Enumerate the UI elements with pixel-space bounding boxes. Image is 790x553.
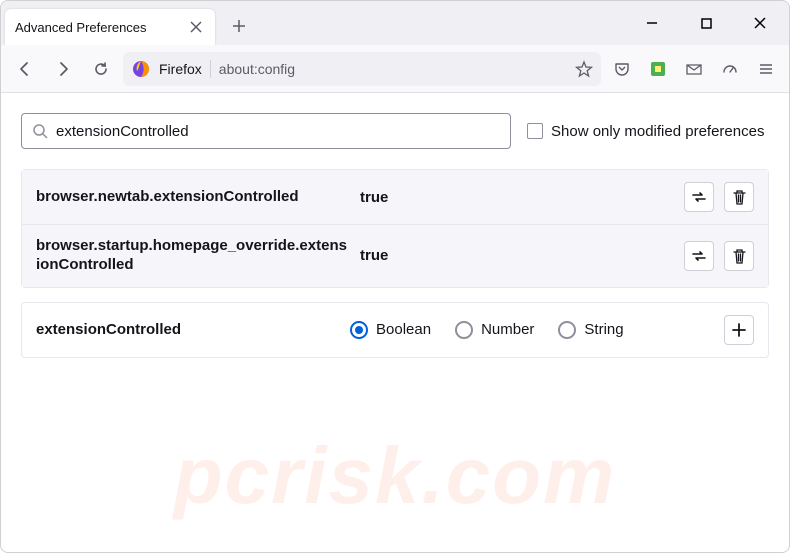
pref-row[interactable]: browser.startup.homepage_override.extens…: [22, 224, 768, 287]
toolbar-icons: [607, 54, 781, 84]
firefox-icon: [131, 59, 151, 79]
new-tab-button[interactable]: [223, 10, 255, 42]
pocket-icon[interactable]: [607, 54, 637, 84]
menu-button[interactable]: [751, 54, 781, 84]
bookmark-star-icon[interactable]: [575, 60, 593, 78]
pref-value: true: [360, 247, 672, 264]
row-actions: [684, 182, 754, 212]
show-modified-label: Show only modified preferences: [551, 123, 764, 140]
back-button[interactable]: [9, 53, 41, 85]
radio-label: Boolean: [376, 321, 431, 338]
radio-icon: [558, 321, 576, 339]
close-window-button[interactable]: [737, 5, 783, 41]
radio-boolean[interactable]: Boolean: [350, 321, 431, 339]
search-box[interactable]: [21, 113, 511, 149]
content-area: Show only modified preferences browser.n…: [1, 93, 789, 552]
tab-title: Advanced Preferences: [15, 20, 179, 35]
type-radio-group: Boolean Number String: [350, 321, 706, 339]
radio-string[interactable]: String: [558, 321, 623, 339]
radio-number[interactable]: Number: [455, 321, 534, 339]
pref-row[interactable]: browser.newtab.extensionControlled true: [22, 170, 768, 224]
search-row: Show only modified preferences: [21, 113, 769, 149]
delete-button[interactable]: [724, 182, 754, 212]
radio-label: Number: [481, 321, 534, 338]
url-separator: [210, 60, 211, 78]
url-identity-label: Firefox: [159, 61, 202, 77]
tab-strip: Advanced Preferences: [1, 1, 789, 45]
radio-icon: [350, 321, 368, 339]
mail-icon[interactable]: [679, 54, 709, 84]
checkbox-icon: [527, 123, 543, 139]
browser-window: Advanced Preferences: [0, 0, 790, 553]
pref-name: browser.newtab.extensionControlled: [36, 188, 348, 207]
new-pref-row: extensionControlled Boolean Number Strin…: [21, 302, 769, 358]
show-modified-checkbox[interactable]: Show only modified preferences: [527, 123, 764, 140]
reload-button[interactable]: [85, 53, 117, 85]
pref-value: true: [360, 189, 672, 206]
search-icon: [32, 123, 48, 139]
toggle-button[interactable]: [684, 241, 714, 271]
pref-name: browser.startup.homepage_override.extens…: [36, 237, 348, 275]
watermark: pcrisk.com: [1, 430, 789, 522]
url-input[interactable]: [219, 61, 567, 77]
add-pref-button[interactable]: [724, 315, 754, 345]
dashboard-icon[interactable]: [715, 54, 745, 84]
preferences-list: browser.newtab.extensionControlled true …: [21, 169, 769, 288]
maximize-button[interactable]: [683, 5, 729, 41]
url-bar[interactable]: Firefox: [123, 52, 601, 86]
delete-button[interactable]: [724, 241, 754, 271]
close-tab-icon[interactable]: [187, 18, 205, 36]
row-actions: [684, 241, 754, 271]
minimize-button[interactable]: [629, 5, 675, 41]
window-controls: [629, 5, 789, 41]
toggle-button[interactable]: [684, 182, 714, 212]
radio-label: String: [584, 321, 623, 338]
toolbar: Firefox: [1, 45, 789, 93]
extension-icon[interactable]: [643, 54, 673, 84]
search-input[interactable]: [56, 123, 500, 140]
new-pref-name: extensionControlled: [36, 321, 332, 338]
forward-button[interactable]: [47, 53, 79, 85]
tab-advanced-preferences[interactable]: Advanced Preferences: [5, 9, 215, 45]
radio-icon: [455, 321, 473, 339]
